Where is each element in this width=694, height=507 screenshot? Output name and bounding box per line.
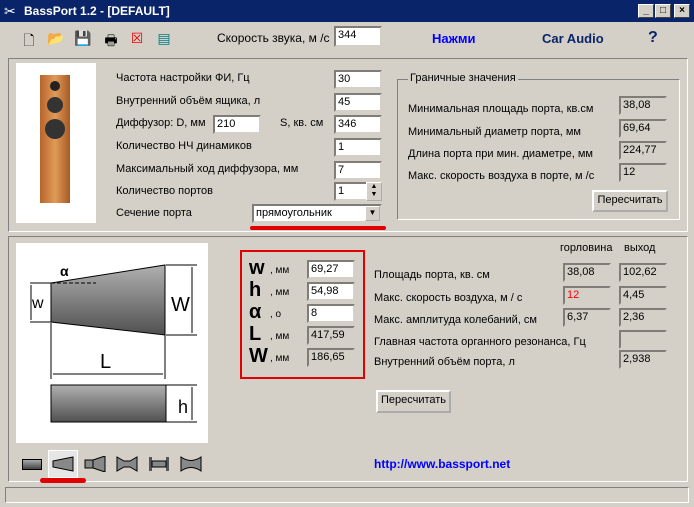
highlight-underline [250,226,386,230]
box-volume-label: Внутренний объём ящика, л [116,95,261,107]
dim-2-input[interactable]: 8 [307,304,355,323]
dim-1-symbol: h [249,279,262,301]
website-link[interactable]: http://www.bassport.net [374,457,510,471]
diaphragm-d-input[interactable]: 210 [213,115,261,134]
diaphragm-s-input[interactable]: 346 [334,115,382,134]
dim-4-value: 186,65 [307,348,355,367]
result-2-throat: 6,37 [563,308,611,327]
W-label: W [171,294,190,316]
h-label: h [178,397,188,417]
recalc-limits-button[interactable]: Пересчитать [592,190,668,212]
dim-3-value: 417,59 [307,326,355,345]
minimize-button[interactable]: _ [638,4,654,18]
speaker-image [16,63,96,223]
save-icon[interactable]: 💾 [74,30,92,48]
sound-speed-label: Скорость звука, м /с [217,31,330,45]
dim-1-unit: , мм [270,287,290,298]
result-2-exit: 2,36 [619,308,667,327]
alpha-label: α [60,263,69,279]
window-title: BassPort 1.2 - [DEFAULT] [24,4,170,18]
result-4-label: Внутренний объём порта, л [374,356,515,368]
title-bar: BassPort 1.2 - [DEFAULT] [0,0,694,22]
result-0-throat: 38,08 [563,263,611,282]
dim-2-symbol: α [249,301,262,323]
help-button[interactable]: ? [648,29,658,47]
port-count-label: Количество портов [116,185,213,197]
result-2-label: Макс. амплитуда колебаний, см [374,314,537,326]
port-section-label: Сечение порта [116,207,192,219]
dim-0-input[interactable]: 69,27 [307,260,355,279]
result-1-label: Макс. скорость воздуха, м / с [374,292,523,304]
max-air-speed-label: Макс. скорость воздуха в порте, м /с [408,170,595,182]
result-0-exit: 102,62 [619,263,667,282]
straight-port-button[interactable] [17,450,47,478]
car-audio-link[interactable]: Car Audio [542,31,604,46]
curved-port-button[interactable] [176,450,206,478]
throat-header: горловина [560,242,613,254]
open-folder-icon[interactable]: 📂 [47,30,65,48]
limits-title: Граничные значения [408,72,518,84]
dim-3-unit: , мм [270,331,290,342]
min-diameter-value: 69,64 [619,119,667,138]
press-link[interactable]: Нажми [432,31,475,46]
new-file-icon[interactable]: 🗋 [20,30,38,48]
diaphragm-label: Диффузор: D, мм [116,117,206,129]
result-1-exit: 4,45 [619,286,667,305]
result-4-exit: 2,938 [619,350,667,369]
tuning-frequency-label: Частота настройки ФИ, Гц [116,72,250,84]
port-length-label: Длина порта при мин. диаметре, мм [408,148,593,160]
driver-count-input[interactable]: 1 [334,138,382,157]
highlight-underline [40,478,86,483]
result-1-throat: 12 [563,286,611,305]
driver-count-label: Количество НЧ динамиков [116,140,252,152]
print-icon[interactable]: 🖶 [102,30,120,48]
status-bar [5,487,689,503]
flanged-port-button[interactable] [144,450,174,478]
min-diameter-label: Минимальный диаметр порта, мм [408,126,581,138]
dim-2-unit: , о [270,309,282,320]
L-label: L [100,351,111,373]
diaphragm-s-label: S, кв. см [280,117,324,129]
double-flared-port-button[interactable] [112,450,142,478]
dim-1-input[interactable]: 54,98 [307,282,355,301]
max-air-speed-value: 12 [619,163,667,182]
dim-0-symbol: w [249,257,265,279]
max-excursion-input[interactable]: 7 [334,161,382,180]
result-0-label: Площадь порта, кв. см [374,269,490,281]
conical-port-button[interactable] [48,450,78,478]
result-3-exit [619,330,667,349]
sound-speed-input[interactable]: 344 [334,26,382,47]
dim-4-unit: , мм [270,353,290,364]
app-tools-icon: ✂ [4,3,16,19]
recalc-port-button[interactable]: Пересчитать [376,390,451,413]
tuning-frequency-input[interactable]: 30 [334,70,382,89]
dim-3-symbol: L [249,323,262,345]
box-volume-input[interactable]: 45 [334,93,382,112]
port-top-shape [50,384,167,423]
port-drawing: α w W L h [16,243,208,443]
port-length-value: 224,77 [619,141,667,160]
max-excursion-label: Максимальный ход диффузора, мм [116,163,299,175]
exit-header: выход [624,242,656,254]
flared-port-button[interactable] [80,450,110,478]
dim-0-unit: , мм [270,265,290,276]
maximize-button[interactable]: □ [655,4,671,18]
result-3-label: Главная частота органного резонанса, Гц [374,336,586,348]
dim-4-symbol: W [249,345,268,367]
port-section-select[interactable]: прямоугольник ▼ [252,204,382,223]
port-section-value: прямоугольник [256,207,332,219]
min-area-value: 38,08 [619,96,667,115]
calculator-icon[interactable]: ▤ [155,30,173,48]
min-area-label: Минимальная площадь порта, кв.см [408,103,594,115]
chevron-down-icon[interactable]: ▼ [365,206,380,221]
w-label: w [31,295,44,312]
port-count-spinner[interactable]: ▲ ▼ [366,182,382,201]
close-button[interactable]: × [674,4,690,18]
delete-icon[interactable]: ☒ [128,30,146,48]
port-count-input[interactable]: 1 [334,182,368,201]
